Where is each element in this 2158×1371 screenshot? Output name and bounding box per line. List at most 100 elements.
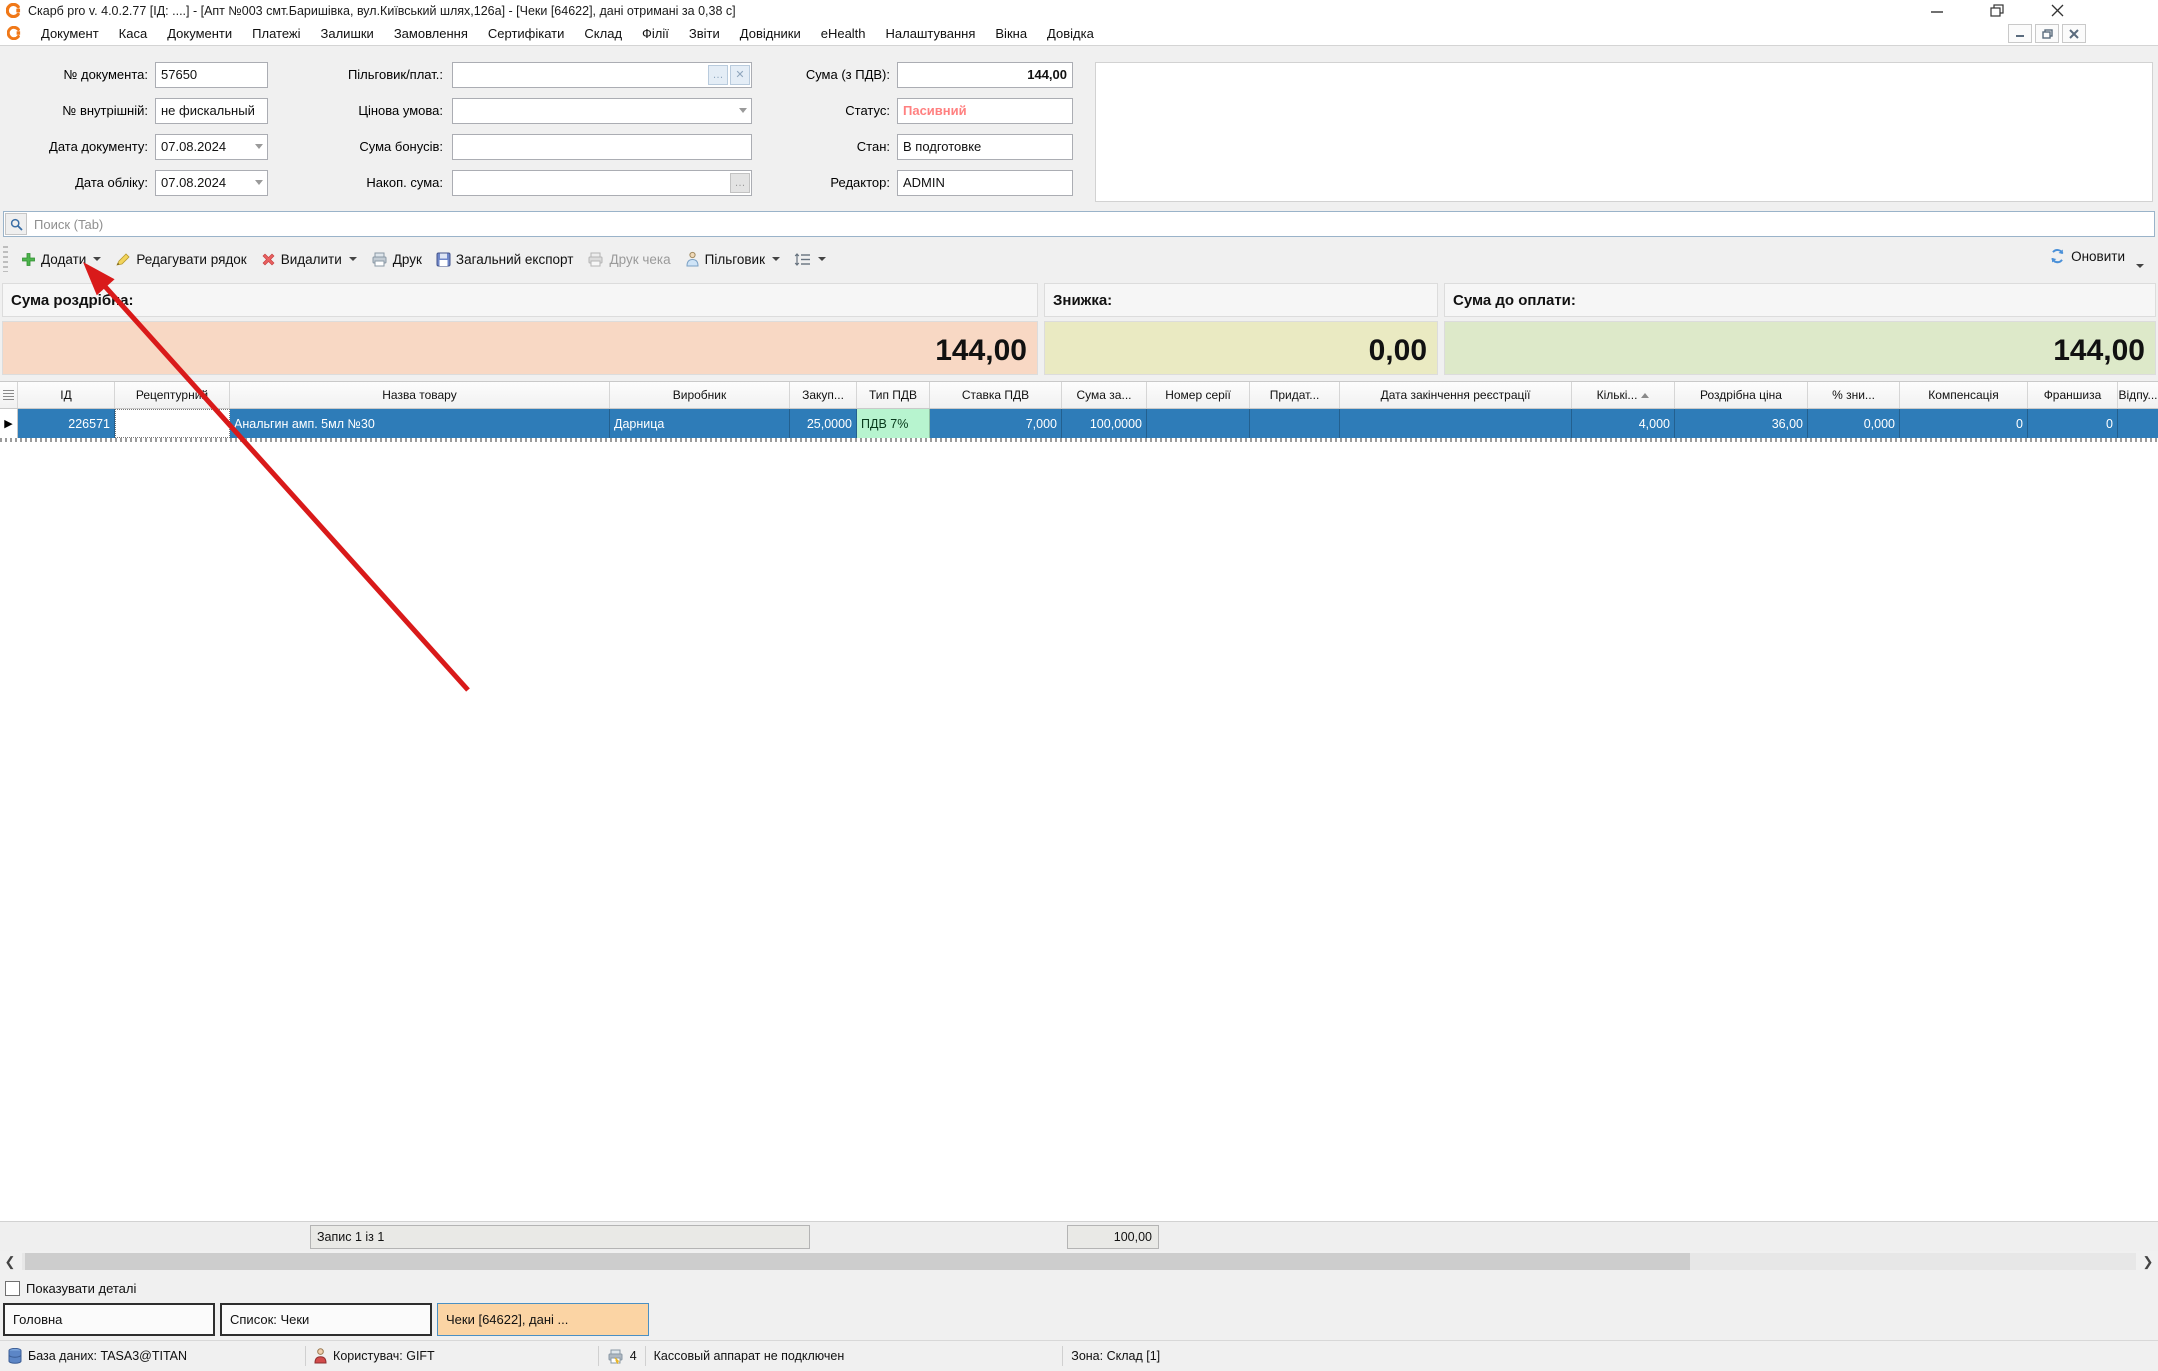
person-icon	[685, 251, 700, 267]
minimize-button[interactable]	[1926, 2, 1948, 18]
ellipsis-button[interactable]: …	[708, 65, 728, 85]
mdi-restore-button[interactable]	[2035, 24, 2059, 43]
search-icon	[5, 213, 27, 235]
cell-purchase: 25,0000	[790, 409, 857, 438]
list-lines-icon	[794, 252, 811, 267]
table-row-selected[interactable]: ▶ 226571 Анальгин амп. 5мл №30 Дарница 2…	[0, 409, 2158, 438]
table-header-row: ІД Рецептурний Назва товару Виробник Зак…	[0, 382, 2158, 409]
column-header-producer[interactable]: Виробник	[610, 382, 790, 408]
column-header-reg-end-date[interactable]: Дата закінчення реєстрації	[1340, 382, 1572, 408]
menu-warehouse[interactable]: Склад	[574, 23, 632, 44]
doc-number-field[interactable]: 57650	[155, 62, 268, 88]
menu-windows[interactable]: Вікна	[985, 23, 1037, 44]
account-date-field[interactable]: 07.08.2024	[155, 170, 268, 196]
column-header-name[interactable]: Назва товару	[230, 382, 610, 408]
app-logo-icon-small	[7, 26, 21, 40]
menu-stock[interactable]: Залишки	[311, 23, 384, 44]
bonus-sum-field[interactable]	[452, 134, 752, 160]
column-header-quantity[interactable]: Кількі...	[1572, 382, 1675, 408]
mdi-close-button[interactable]	[2062, 24, 2086, 43]
beneficiary-label: Пільговик/плат.:	[280, 62, 443, 88]
menu-documents[interactable]: Документи	[157, 23, 242, 44]
export-button[interactable]: Загальний експорт	[429, 248, 581, 271]
column-header-franchise[interactable]: Франшиза	[2028, 382, 2118, 408]
column-header-id[interactable]: ІД	[18, 382, 115, 408]
cell-reg-end-date	[1340, 409, 1572, 438]
sum-vat-field: 144,00	[897, 62, 1073, 88]
column-header-receipt[interactable]: Рецептурний	[115, 382, 230, 408]
ellipsis-button[interactable]: …	[730, 173, 750, 193]
clear-x-button[interactable]: ✕	[730, 65, 750, 85]
column-header-retail-price[interactable]: Роздрібна ціна	[1675, 382, 1808, 408]
menu-ehealth[interactable]: eHealth	[811, 23, 876, 44]
chevron-down-icon[interactable]	[255, 180, 263, 185]
document-form: № документа: 57650 № внутрішній: не фиск…	[0, 46, 2158, 209]
grip-column-header[interactable]	[0, 382, 18, 408]
menu-orders[interactable]: Замовлення	[384, 23, 478, 44]
dropdown-caret-icon[interactable]	[2136, 264, 2144, 268]
column-header-compensation[interactable]: Компенсація	[1900, 382, 2028, 408]
column-header-validity[interactable]: Придат...	[1250, 382, 1340, 408]
window-title: Скарб pro v. 4.0.2.77 [ІД: ....] - [Апт …	[28, 4, 736, 18]
column-header-sum[interactable]: Сума за...	[1062, 382, 1147, 408]
tab-main[interactable]: Головна	[3, 1303, 215, 1336]
menu-branches[interactable]: Філії	[632, 23, 679, 44]
accum-sum-label: Накоп. сума:	[280, 170, 443, 196]
internal-number-field[interactable]: не фискальный	[155, 98, 268, 124]
search-box[interactable]	[3, 211, 2155, 237]
add-button[interactable]: Додати	[14, 248, 108, 271]
to-pay-label: Сума до оплати:	[1444, 283, 2156, 317]
column-header-serial[interactable]: Номер серії	[1147, 382, 1250, 408]
print-check-button[interactable]: Друк чека	[580, 248, 677, 271]
beneficiary-field[interactable]: … ✕	[452, 62, 752, 88]
close-button[interactable]	[2046, 2, 2068, 18]
tab-list-checks[interactable]: Список: Чеки	[220, 1303, 432, 1336]
menu-directories[interactable]: Довідники	[730, 23, 811, 44]
menu-help[interactable]: Довідка	[1037, 23, 1104, 44]
tab-checks-active[interactable]: Чеки [64622], дані ...	[437, 1303, 649, 1336]
red-x-icon	[261, 252, 276, 267]
scroll-right-arrow[interactable]: ❯	[2138, 1252, 2158, 1271]
menu-reports[interactable]: Звіти	[679, 23, 730, 44]
menu-document[interactable]: Документ	[31, 23, 109, 44]
beneficiary-button[interactable]: Пільговик	[678, 247, 787, 271]
chevron-down-icon[interactable]	[255, 144, 263, 149]
state-field: В подготовке	[897, 134, 1073, 160]
menu-settings[interactable]: Налаштування	[876, 23, 986, 44]
menu-payments[interactable]: Платежі	[242, 23, 310, 44]
cell-serial	[1147, 409, 1250, 438]
dropdown-caret-icon	[772, 257, 780, 261]
horizontal-scrollbar[interactable]: ❮ ❯	[0, 1251, 2158, 1272]
toolbar-grip[interactable]	[3, 246, 8, 272]
row-height-button[interactable]	[787, 248, 833, 271]
column-header-vat-type[interactable]: Тип ПДВ	[857, 382, 930, 408]
menu-kasa[interactable]: Каса	[109, 23, 158, 44]
price-condition-field[interactable]	[452, 98, 752, 124]
delete-button[interactable]: Видалити	[254, 248, 364, 271]
doc-date-field[interactable]: 07.08.2024	[155, 134, 268, 160]
cell-receipt[interactable]	[115, 409, 230, 438]
mdi-minimize-button[interactable]	[2008, 24, 2032, 43]
column-header-discount-pct[interactable]: % зни...	[1808, 382, 1900, 408]
retail-sum-label: Сума роздрібна:	[2, 283, 1038, 317]
cell-name: Анальгин амп. 5мл №30	[230, 409, 610, 438]
print-button[interactable]: Друк	[364, 248, 429, 271]
show-details-checkbox[interactable]	[5, 1281, 20, 1296]
cell-franchise: 0	[2028, 409, 2118, 438]
edit-row-button[interactable]: Редагувати рядок	[108, 248, 253, 271]
pencil-icon	[115, 252, 131, 267]
refresh-button[interactable]: Оновити	[2042, 244, 2132, 268]
user-icon	[314, 1348, 327, 1364]
cell-sum: 100,0000	[1062, 409, 1147, 438]
search-input[interactable]	[28, 217, 2154, 232]
column-header-vat-rate[interactable]: Ставка ПДВ	[930, 382, 1062, 408]
scrollbar-track[interactable]	[22, 1253, 2136, 1270]
menu-certificates[interactable]: Сертифікати	[478, 23, 575, 44]
scroll-left-arrow[interactable]: ❮	[0, 1252, 20, 1271]
chevron-down-icon[interactable]	[739, 108, 747, 113]
scrollbar-thumb[interactable]	[25, 1253, 1690, 1270]
column-header-dispense[interactable]: Відпу...	[2118, 382, 2158, 408]
restore-button[interactable]	[1986, 2, 2008, 18]
column-header-purchase[interactable]: Закуп...	[790, 382, 857, 408]
accum-sum-field[interactable]: …	[452, 170, 752, 196]
